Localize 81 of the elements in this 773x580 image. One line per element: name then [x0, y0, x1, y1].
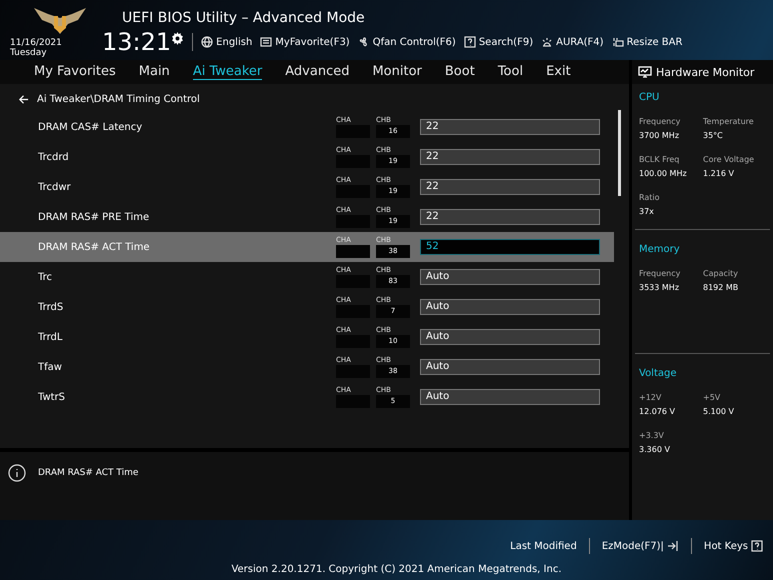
value-field[interactable]: Auto	[420, 299, 600, 315]
panel-title: Hardware Monitor	[656, 66, 754, 78]
menu-tab[interactable]: Monitor	[372, 64, 422, 80]
stat-value: 1.216 V	[703, 168, 735, 180]
value-field[interactable]: 22	[420, 119, 600, 135]
list-icon	[260, 36, 272, 48]
date-text: 11/16/2021	[10, 38, 62, 48]
menu-tab[interactable]: My Favorites	[34, 64, 116, 80]
setting-label: TrrdS	[37, 302, 64, 312]
window-title: UEFI BIOS Utility – Advanced Mode	[122, 10, 366, 26]
setting-label: DRAM CAS# Latency	[37, 122, 144, 132]
stat-value: 3533 MHz	[639, 282, 680, 294]
footer-button[interactable]: Last Modified	[510, 540, 577, 552]
stat-label: Temperature	[703, 116, 755, 128]
channel-value-box	[336, 245, 370, 258]
footer-button[interactable]: EzMode(F7)|	[602, 540, 679, 552]
toolbar-button[interactable]: MyFavorite(F3)	[260, 36, 350, 48]
setting-label: DRAM RAS# PRE Time	[37, 212, 150, 222]
back-arrow-icon[interactable]	[18, 94, 29, 104]
value-field[interactable]: Auto	[420, 329, 600, 345]
setting-label: Trcdrd	[37, 152, 70, 162]
value-field[interactable]: Auto	[420, 269, 600, 285]
stat-value: 5.100 V	[703, 406, 735, 418]
logo-icon	[32, 6, 88, 36]
setting-label: DRAM RAS# ACT Time	[37, 242, 151, 252]
stat-value: 37x	[639, 206, 655, 218]
section-title: CPU	[639, 92, 660, 103]
globe-icon	[201, 36, 214, 48]
setting-label: Tfaw	[37, 362, 63, 372]
section-title: Memory	[639, 244, 681, 255]
stat-value: 8192 MB	[703, 282, 740, 294]
clock-text: 13:21	[102, 28, 172, 56]
menu-tab[interactable]: Advanced	[285, 64, 350, 80]
stat-label: +3.3V	[639, 430, 665, 442]
stat-label: Core Voltage	[703, 154, 756, 166]
setting-label: TwtrS	[37, 392, 66, 402]
toolbar-button[interactable]: Search(F9)	[464, 36, 534, 48]
toolbar-button[interactable]: Resize BAR	[612, 36, 682, 48]
stat-value: 100.00 MHz	[639, 168, 688, 180]
menu-tab[interactable]: Boot	[444, 64, 475, 80]
help-text: DRAM RAS# ACT Time	[38, 468, 138, 478]
stat-label: +5V	[703, 392, 722, 404]
setting-label: TrrdL	[37, 332, 64, 342]
version-text: Version 2.20.1271. Copyright (C) 2021 American Megatrends, Inc.	[231, 564, 562, 575]
stat-value: 35°C	[703, 130, 724, 142]
toolbar-button[interactable]: AURA(F4)	[541, 36, 604, 48]
menu-tab[interactable]: Main	[138, 64, 170, 80]
breadcrumb-text: Ai Tweaker\DRAM Timing Control	[37, 94, 200, 104]
stat-value: 12.076 V	[639, 406, 676, 418]
stat-value: 3700 MHz	[639, 130, 680, 142]
value-field[interactable]: Auto	[420, 389, 600, 405]
value-field[interactable]: 22	[420, 149, 600, 165]
gear-icon[interactable]	[171, 32, 184, 45]
menu-tab[interactable]: Ai Tweaker	[192, 64, 262, 80]
section-title: Voltage	[639, 368, 678, 379]
question-icon	[464, 36, 476, 48]
stat-label: Frequency	[639, 116, 682, 128]
menu-tab[interactable]: Exit	[546, 64, 571, 80]
stat-label: Capacity	[703, 268, 739, 280]
footer-button[interactable]: Hot Keys	[704, 540, 763, 552]
monitor-icon	[638, 66, 652, 78]
stat-label: Ratio	[639, 192, 661, 204]
scrollbar[interactable]	[618, 110, 621, 196]
exit-icon	[666, 540, 679, 552]
stat-label: +12V	[639, 392, 662, 404]
day-text: Tuesday	[10, 48, 48, 58]
light-icon	[541, 36, 554, 48]
menu-tab[interactable]: Tool	[498, 64, 524, 80]
stat-label: BCLK Freq	[639, 154, 680, 166]
setting-label: Trcdwr	[37, 182, 72, 192]
stat-value: 3.360 V	[639, 444, 671, 456]
value-field[interactable]: 22	[420, 179, 600, 195]
info-icon	[8, 464, 26, 482]
value-field[interactable]: 22	[420, 209, 600, 225]
value-field[interactable]: Auto	[420, 359, 600, 375]
toolbar-button[interactable]: English	[201, 36, 252, 48]
stat-label: Frequency	[639, 268, 682, 280]
setting-label: Trc	[37, 272, 54, 282]
question-icon	[751, 540, 763, 552]
toolbar-button[interactable]: Qfan Control(F6)	[358, 36, 456, 48]
value-field[interactable]: 52	[420, 239, 600, 255]
